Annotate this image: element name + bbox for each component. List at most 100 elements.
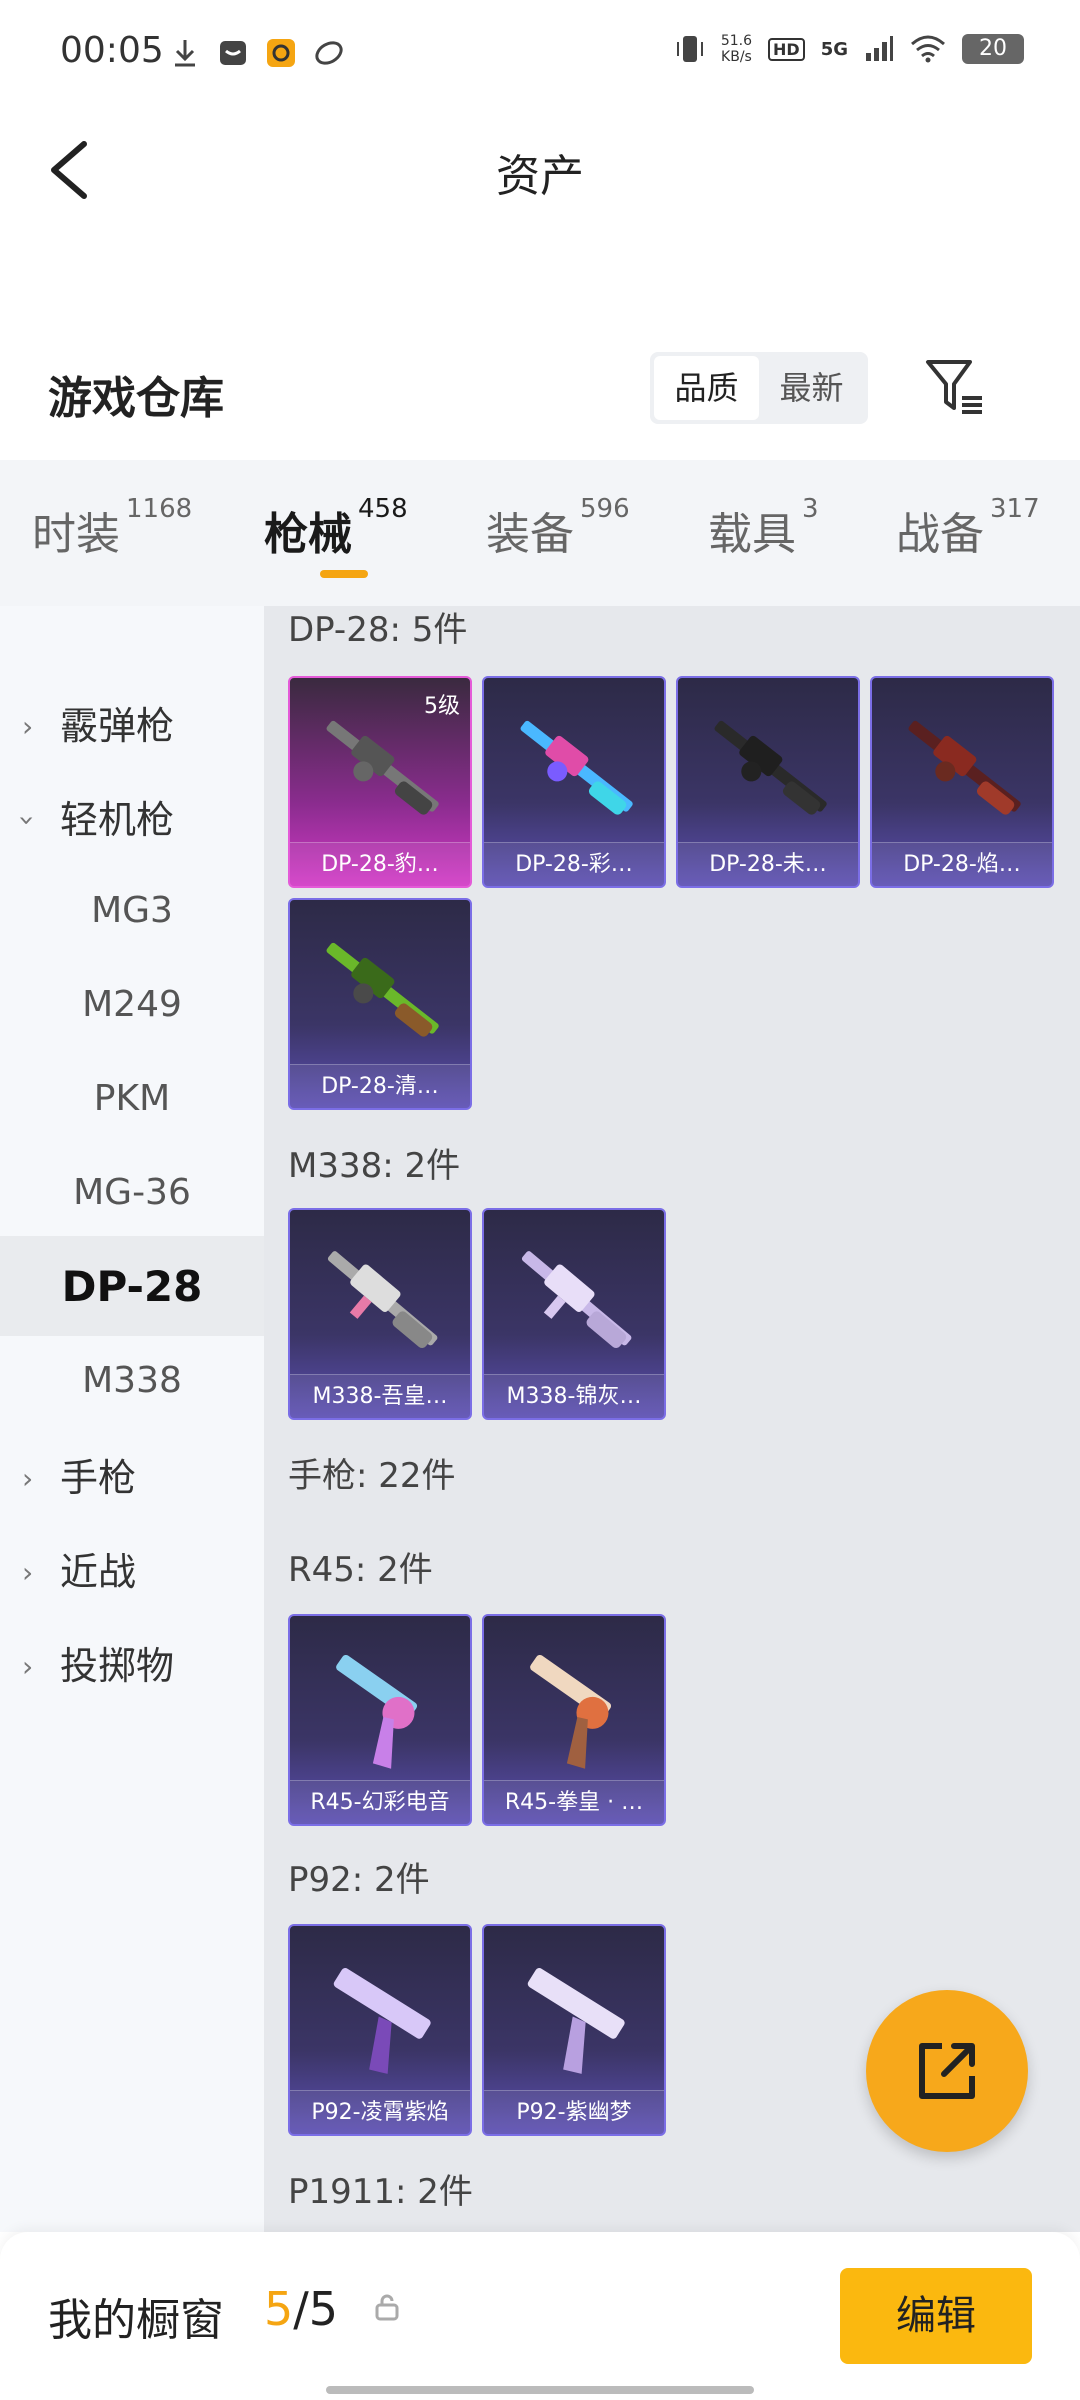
tab-count: 458 [358, 494, 408, 524]
filter-icon[interactable] [922, 354, 988, 420]
tab-vehicles[interactable]: 载具 3 [708, 494, 819, 562]
warehouse-title: 游戏仓库 [48, 373, 224, 424]
showcase-title: 我的橱窗 [48, 2295, 224, 2346]
home-indicator [326, 2386, 754, 2394]
sort-quality-option[interactable]: 品质 [654, 356, 759, 420]
card-level: 5级 [424, 694, 460, 719]
sidebar-item-pkm[interactable]: PKM [0, 1048, 264, 1148]
sidebar-item-shotgun[interactable]: › 霰弹枪 [0, 672, 264, 772]
sidebar-item-label: MG-36 [73, 1171, 191, 1213]
weapon-card[interactable]: P92-紫幽梦 [482, 1924, 666, 2136]
weapon-card[interactable]: DP-28-清… [288, 898, 472, 1110]
wifi-icon [911, 35, 945, 63]
app-notification-icon [220, 41, 246, 65]
section-label-pistol: 手枪: 22件 [288, 1456, 456, 1496]
sidebar-item-m338[interactable]: M338 [0, 1330, 264, 1430]
weapon-card[interactable]: 5级 DP-28-豹… [288, 676, 472, 888]
share-button[interactable] [866, 1990, 1028, 2152]
sidebar-item-label: 轻机枪 [60, 797, 175, 842]
card-name: DP-28-焰… [872, 842, 1052, 886]
weapon-card[interactable]: P92-凌霄紫焰 [288, 1924, 472, 2136]
weapon-list[interactable]: DP-28: 5件 5级 DP-28-豹… DP-28-彩… DP-28-未… … [264, 606, 1080, 2232]
revolver-icon [530, 1654, 612, 1769]
sidebar-item-pistol[interactable]: › 手枪 [0, 1424, 264, 1524]
weapon-card[interactable]: R45-幻彩电音 [288, 1614, 472, 1826]
link-app-icon [315, 41, 343, 65]
tab-equipment[interactable]: 装备 596 [486, 494, 630, 562]
sidebar-item-label: PKM [93, 1077, 171, 1119]
lock-icon[interactable] [372, 2292, 402, 2322]
speed-value: 51.6 [720, 33, 753, 49]
tab-count: 317 [990, 494, 1040, 524]
sidebar-item-mg36[interactable]: MG-36 [0, 1142, 264, 1242]
weapon-card[interactable]: R45-拳皇 · … [482, 1614, 666, 1826]
sidebar-item-mg3[interactable]: MG3 [0, 860, 264, 960]
sidebar-item-label: 投掷物 [60, 1643, 175, 1688]
chevron-right-icon: › [22, 1462, 34, 1495]
weapon-sidebar: › 霰弹枪 › 轻机枪 MG3 M249 PKM MG-36 DP-28 M33… [0, 606, 264, 2232]
weapon-card[interactable]: M338-吾皇… [288, 1208, 472, 1420]
sidebar-item-lmg[interactable]: › 轻机枪 [0, 766, 264, 866]
tab-supplies[interactable]: 战备 317 [896, 494, 1040, 562]
section-label-p92: P92: 2件 [288, 1860, 430, 1900]
tab-count: 1168 [126, 494, 193, 524]
vibrate-icon [676, 36, 703, 62]
card-name: P92-紫幽梦 [484, 2090, 664, 2134]
card-name: DP-28-彩… [484, 842, 664, 886]
share-icon [919, 2043, 975, 2099]
sidebar-item-melee[interactable]: › 近战 [0, 1518, 264, 1618]
lmg-icon [326, 720, 439, 815]
weapon-card[interactable]: DP-28-焰… [870, 676, 1054, 888]
showcase-count: 5/5 [264, 2282, 338, 2336]
tab-count: 3 [802, 494, 819, 524]
edit-button[interactable]: 编辑 [840, 2268, 1032, 2364]
card-name: P92-凌霄紫焰 [290, 2090, 470, 2134]
tab-label: 战备 [896, 509, 984, 560]
card-name: M338-吾皇… [290, 1374, 470, 1418]
battery-icon: 20 [962, 34, 1024, 64]
card-name: DP-28-未… [678, 842, 858, 886]
sidebar-item-throwable[interactable]: › 投掷物 [0, 1612, 264, 1712]
sort-toggle: 品质 最新 [650, 352, 868, 424]
signal-icon [866, 36, 893, 61]
tab-label: 枪械 [264, 509, 352, 560]
tab-firearms[interactable]: 枪械 458 [264, 494, 408, 562]
tab-fashion[interactable]: 时装 1168 [32, 494, 192, 562]
chevron-right-icon: › [22, 1556, 34, 1589]
active-tab-indicator [320, 570, 368, 578]
card-name: DP-28-清… [290, 1064, 470, 1108]
tab-label: 装备 [486, 509, 574, 560]
network-speed: 51.6 KB/s [721, 33, 752, 65]
download-icon [175, 40, 195, 67]
card-name: R45-拳皇 · … [484, 1780, 664, 1824]
page-title: 资产 [496, 151, 584, 202]
speed-unit: KB/s [721, 49, 752, 65]
sidebar-item-label: MG3 [91, 889, 173, 931]
card-name: DP-28-豹… [290, 842, 470, 886]
pistol-icon [333, 1967, 431, 2074]
section-label-r45: R45: 2件 [288, 1550, 433, 1590]
weapon-card[interactable]: DP-28-未… [676, 676, 860, 888]
lmg-icon [326, 942, 439, 1037]
network-type: 5G [820, 38, 848, 60]
sidebar-item-m249[interactable]: M249 [0, 954, 264, 1054]
weapon-card[interactable]: DP-28-彩… [482, 676, 666, 888]
tab-count: 596 [580, 494, 630, 524]
showcase-count-current: 5 [264, 2282, 294, 2336]
sidebar-item-dp28[interactable]: DP-28 [0, 1236, 264, 1336]
weapon-card[interactable]: M338-锦灰… [482, 1208, 666, 1420]
showcase-count-total: 5 [308, 2282, 339, 2336]
status-bar: 00:05 51.6 KB/s HD 5G 20 [0, 0, 1080, 100]
lmg-icon [908, 720, 1021, 815]
section-label-dp28: DP-28: 5件 [288, 610, 468, 650]
r45-grid: R45-幻彩电音 R45-拳皇 · … [288, 1614, 1054, 1826]
status-time: 00:05 [60, 30, 164, 71]
hd-badge: HD [768, 37, 805, 61]
sort-latest-option[interactable]: 最新 [759, 356, 864, 420]
sidebar-item-label: DP-28 [61, 1261, 203, 1311]
sidebar-item-label: 近战 [60, 1549, 137, 1594]
section-label-p1911: P1911: 2件 [288, 2172, 473, 2212]
chevron-down-icon: › [11, 814, 45, 827]
tab-label: 时装 [32, 509, 120, 560]
lmg-icon [520, 720, 633, 815]
